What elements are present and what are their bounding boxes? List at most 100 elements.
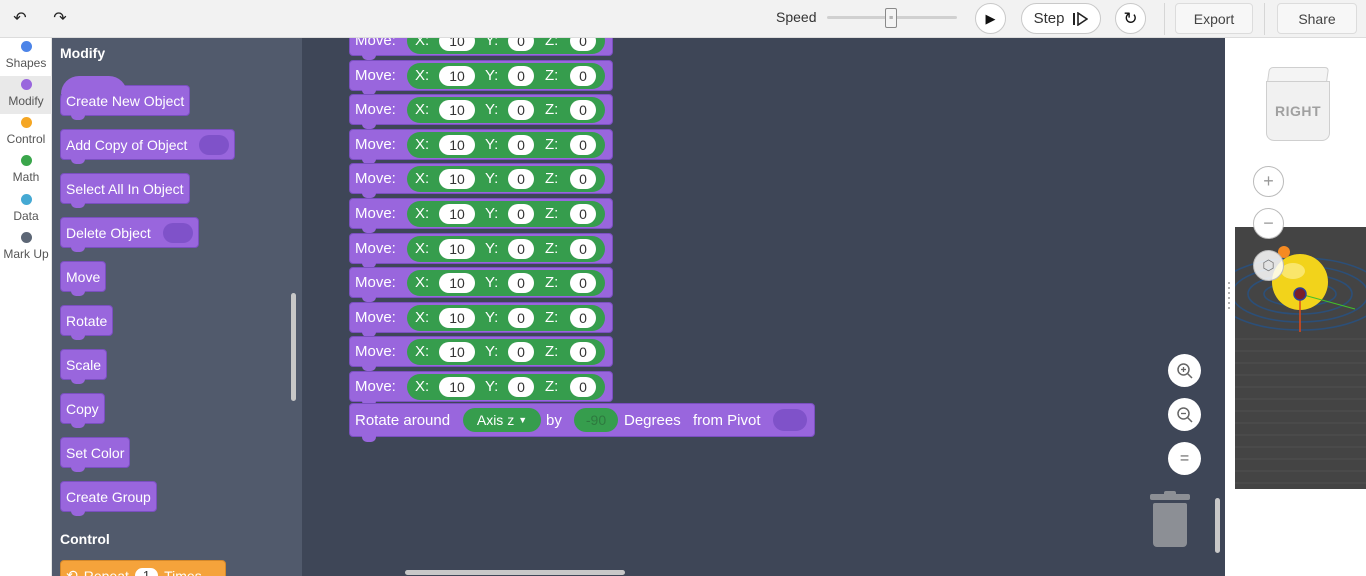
y-input[interactable]: 0 — [508, 239, 534, 259]
z-input[interactable]: 0 — [570, 342, 596, 362]
y-input[interactable]: 0 — [508, 273, 534, 293]
y-input[interactable]: 0 — [508, 169, 534, 189]
move-block[interactable]: Move: X: 10 Y: 0 Z: 0 — [349, 302, 613, 337]
move-block[interactable]: Move: X: 10 Y: 0 Z: 0 — [349, 336, 613, 371]
x-input[interactable]: 10 — [439, 135, 475, 155]
view-cube[interactable]: RIGHT — [1265, 67, 1331, 143]
block-create-group[interactable]: Create Group — [60, 481, 157, 516]
reset-icon: ↻ — [1123, 8, 1138, 28]
category-color-dot — [20, 41, 32, 52]
viewer-home-button[interactable]: ⬡ — [1253, 250, 1284, 281]
block-select-all-in-object[interactable]: Select All In Object — [60, 173, 190, 208]
zoom-in-button[interactable] — [1168, 354, 1201, 387]
x-input[interactable]: 10 — [439, 239, 475, 259]
y-input[interactable]: 0 — [508, 377, 534, 397]
move-block[interactable]: Move: X: 10 Y: 0 Z: 0 — [349, 371, 613, 406]
viewer-zoom-out-button[interactable]: − — [1253, 208, 1284, 239]
workspace-horizontal-scrollbar[interactable] — [405, 570, 625, 575]
z-input[interactable]: 0 — [570, 66, 596, 86]
degrees-input[interactable]: -90 — [574, 408, 618, 432]
z-input[interactable]: 0 — [570, 377, 596, 397]
block-copy[interactable]: Copy — [60, 393, 105, 428]
z-input[interactable]: 0 — [570, 273, 596, 293]
share-button[interactable]: Share — [1277, 3, 1357, 34]
x-input[interactable]: 10 — [439, 342, 475, 362]
play-button[interactable]: ▶ — [975, 3, 1006, 34]
block-input-slot[interactable] — [162, 222, 193, 243]
x-input[interactable]: 10 — [439, 169, 475, 189]
block-repeat[interactable]: ⟲ Repeat 1 Times — [60, 560, 226, 576]
move-block[interactable]: Move: X: 10 Y: 0 Z: 0 — [349, 129, 613, 164]
y-input[interactable]: 0 — [508, 204, 534, 224]
zoom-out-button[interactable] — [1168, 398, 1201, 431]
block-rotate[interactable]: Rotate — [60, 305, 114, 340]
undo-icon[interactable]: ↶ — [8, 7, 32, 29]
y-input[interactable]: 0 — [508, 38, 534, 51]
move-block[interactable]: Move: X: 10 Y: 0 Z: 0 — [349, 233, 613, 268]
move-block[interactable]: Move: X: 10 Y: 0 Z: 0 — [349, 94, 613, 129]
y-label: Y: — [485, 274, 499, 291]
block-notch — [71, 114, 85, 120]
block-input-slot[interactable] — [199, 134, 230, 155]
trash-can-icon[interactable] — [1150, 491, 1190, 548]
move-block[interactable]: Move: X: 10 Y: 0 Z: 0 — [349, 163, 613, 198]
z-input[interactable]: 0 — [570, 239, 596, 259]
block-notch — [71, 246, 85, 252]
category-math[interactable]: Math — [0, 152, 52, 190]
category-shapes[interactable]: Shapes — [0, 38, 52, 76]
x-input[interactable]: 10 — [439, 308, 475, 328]
xyz-input-group: X: 10 Y: 0 Z: 0 — [407, 236, 605, 262]
x-input[interactable]: 10 — [439, 66, 475, 86]
x-input[interactable]: 10 — [439, 38, 475, 51]
reset-button[interactable]: ↻ — [1115, 3, 1146, 34]
trash-lid — [1150, 491, 1190, 500]
move-block[interactable]: Move: X: 10 Y: 0 Z: 0 — [349, 38, 613, 60]
move-block[interactable]: Move: X: 10 Y: 0 Z: 0 — [349, 267, 613, 302]
block-workspace[interactable]: Move: X: 10 Y: 0 Z: 0 Move: X: 10 Y: 0 Z: 0 Move: X: 10 Y… — [302, 38, 1225, 576]
y-input[interactable]: 0 — [508, 66, 534, 86]
repeat-count-input[interactable]: 1 — [134, 568, 159, 576]
z-input[interactable]: 0 — [570, 204, 596, 224]
z-input[interactable]: 0 — [570, 135, 596, 155]
reset-zoom-button[interactable]: = — [1168, 442, 1201, 475]
category-mark-up[interactable]: Mark Up — [0, 229, 52, 267]
x-input[interactable]: 10 — [439, 204, 475, 224]
category-control[interactable]: Control — [0, 114, 52, 152]
export-button[interactable]: Export — [1175, 3, 1253, 34]
block-move[interactable]: Move — [60, 261, 107, 296]
rotate-around-block[interactable]: Rotate around Axis z ▼ by -90 Degrees fr… — [349, 403, 815, 437]
block-scale[interactable]: Scale — [60, 349, 108, 384]
x-input[interactable]: 10 — [439, 273, 475, 293]
y-input[interactable]: 0 — [508, 308, 534, 328]
category-data[interactable]: Data — [0, 191, 52, 229]
redo-icon[interactable]: ↷ — [48, 7, 72, 29]
pivot-input-slot[interactable] — [773, 409, 807, 431]
view-cube-front-face[interactable]: RIGHT — [1266, 81, 1330, 141]
y-input[interactable]: 0 — [508, 342, 534, 362]
block-set-color[interactable]: Set Color — [60, 437, 131, 472]
x-input[interactable]: 10 — [439, 377, 475, 397]
z-input[interactable]: 0 — [570, 100, 596, 120]
y-input[interactable]: 0 — [508, 100, 534, 120]
step-button[interactable]: Step — [1021, 3, 1101, 34]
axis-dropdown[interactable]: Axis z ▼ — [463, 408, 541, 432]
move-block[interactable]: Move: X: 10 Y: 0 Z: 0 — [349, 60, 613, 95]
z-input[interactable]: 0 — [570, 38, 596, 51]
y-input[interactable]: 0 — [508, 135, 534, 155]
speed-slider-thumb[interactable]: ≡ — [885, 8, 897, 28]
move-block[interactable]: Move: X: 10 Y: 0 Z: 0 — [349, 198, 613, 233]
block-create-new-object[interactable]: Create New Object — [60, 76, 191, 120]
block-delete-object[interactable]: Delete Object — [60, 217, 199, 252]
viewer-zoom-in-button[interactable]: + — [1253, 166, 1284, 197]
z-input[interactable]: 0 — [570, 169, 596, 189]
z-input[interactable]: 0 — [570, 308, 596, 328]
workspace-vertical-scrollbar[interactable] — [1215, 498, 1220, 553]
x-label: X: — [415, 170, 430, 187]
chevron-down-icon: ▼ — [518, 415, 528, 425]
x-input[interactable]: 10 — [439, 100, 475, 120]
panel-resize-handle[interactable] — [1227, 280, 1231, 310]
move-label: Move: — [355, 101, 396, 118]
flyout-scrollbar[interactable] — [291, 293, 296, 401]
block-add-copy-of-object[interactable]: Add Copy of Object — [60, 129, 236, 164]
category-modify[interactable]: Modify — [0, 76, 52, 114]
